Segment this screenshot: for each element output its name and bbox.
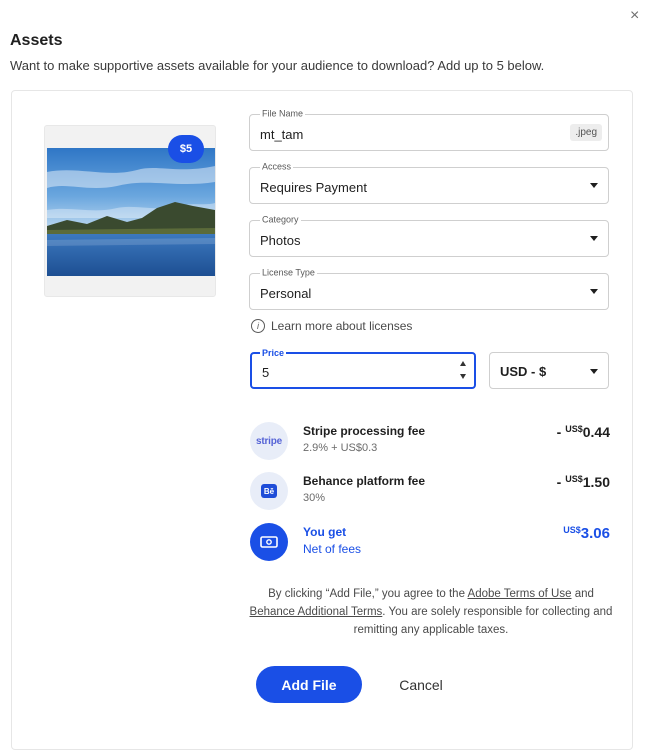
behance-fee-sign: - [556, 474, 566, 490]
behance-terms-link[interactable]: Behance Additional Terms [250, 606, 383, 618]
cash-icon [260, 536, 278, 548]
category-value: Photos [260, 233, 301, 248]
you-get-label: You get [303, 525, 347, 539]
info-icon: i [251, 319, 265, 333]
file-extension-text: jpeg [578, 127, 597, 138]
terms-part-1: By clicking “Add File,” you agree to the [268, 588, 468, 600]
chevron-down-icon [590, 236, 598, 241]
behance-fee-detail: 30% [303, 492, 326, 504]
file-extension-tag: .jpeg [570, 124, 602, 141]
stripe-fee-row: stripe Stripe processing fee 2.9% + US$0… [250, 422, 610, 462]
behance-fee-name: Behance platform fee [303, 474, 426, 488]
stripe-logo-text: stripe [255, 435, 283, 447]
behance-logo-text: Bē [261, 484, 277, 498]
license-type-label: License Type [260, 267, 317, 278]
behance-logo-icon: Bē [250, 472, 288, 510]
behance-fee-row: Bē Behance platform fee 30% - US$1.50 [250, 472, 610, 512]
category-label: Category [260, 214, 301, 225]
behance-fee-currency: US$ [565, 474, 583, 484]
you-get-value: 3.06 [580, 525, 610, 542]
currency-select[interactable]: USD - $ [489, 352, 609, 389]
price-stepper[interactable] [458, 361, 468, 379]
stripe-fee-currency: US$ [565, 424, 583, 434]
chevron-down-icon [590, 369, 598, 374]
you-get-row: You get Net of fees US$3.06 [250, 523, 610, 563]
behance-fee-amount: - US$1.50 [557, 474, 610, 490]
currency-value: USD - $ [500, 364, 547, 379]
terms-part-2: and [571, 588, 594, 600]
close-icon[interactable]: × [630, 8, 639, 24]
price-value: 5 [262, 365, 270, 380]
learn-more-licenses-link[interactable]: i Learn more about licenses [251, 319, 412, 333]
file-name-field[interactable]: File Name mt_tam .jpeg [249, 108, 609, 151]
stepper-up-icon[interactable] [460, 361, 466, 366]
price-input[interactable]: Price 5 [250, 348, 476, 389]
dialog-title: Assets [10, 32, 63, 49]
chevron-down-icon [590, 183, 598, 188]
price-badge: $5 [168, 135, 204, 163]
adobe-terms-link[interactable]: Adobe Terms of Use [468, 588, 572, 600]
price-label: Price [260, 348, 287, 358]
money-icon [250, 523, 288, 561]
stepper-down-icon[interactable] [460, 374, 466, 379]
stripe-fee-detail: 2.9% + US$0.3 [303, 442, 378, 454]
file-name-value: mt_tam [260, 127, 304, 142]
terms-text: By clicking “Add File,” you agree to the… [248, 585, 614, 639]
you-get-detail: Net of fees [303, 542, 362, 556]
cancel-button[interactable]: Cancel [383, 666, 459, 703]
learn-more-text: Learn more about licenses [271, 319, 413, 333]
terms-part-3: . You are solely responsible for collect… [353, 606, 613, 636]
landscape-photo-icon [47, 148, 215, 276]
stripe-fee-value: 0.44 [582, 424, 610, 440]
stripe-fee-name: Stripe processing fee [303, 424, 426, 438]
access-value: Requires Payment [260, 180, 367, 195]
file-name-label: File Name [260, 108, 306, 119]
stripe-fee-amount: - US$0.44 [557, 424, 610, 440]
behance-fee-value: 1.50 [582, 474, 610, 490]
asset-thumbnail-image [47, 148, 215, 276]
you-get-currency: US$ [563, 525, 581, 535]
license-type-value: Personal [260, 286, 312, 301]
access-label: Access [260, 161, 294, 172]
access-select[interactable]: Access Requires Payment [249, 161, 609, 204]
license-type-select[interactable]: License Type Personal [249, 267, 609, 310]
add-file-button[interactable]: Add File [256, 666, 362, 703]
dialog-subtitle: Want to make supportive assets available… [10, 58, 545, 73]
category-select[interactable]: Category Photos [249, 214, 609, 257]
chevron-down-icon [590, 289, 598, 294]
stripe-logo-icon: stripe [250, 422, 288, 460]
you-get-amount: US$3.06 [563, 525, 610, 542]
stripe-fee-sign: - [556, 424, 566, 440]
